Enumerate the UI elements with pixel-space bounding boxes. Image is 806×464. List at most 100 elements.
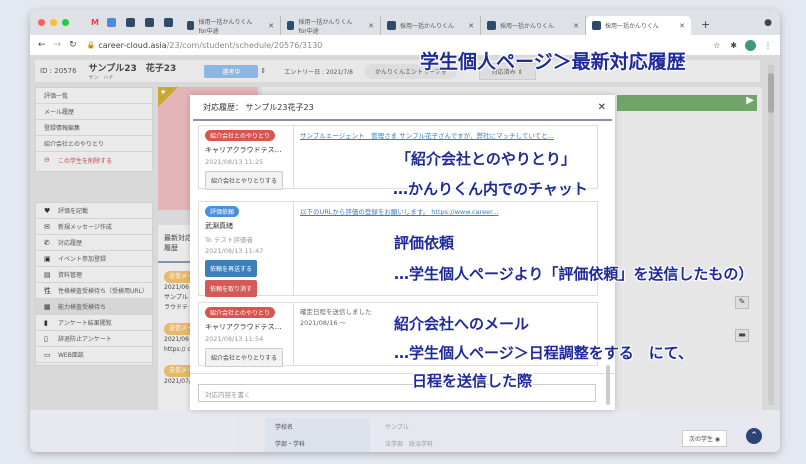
action-item[interactable]: ▭ WEB面談 bbox=[36, 347, 152, 363]
annotation-text: 「紹介会社とのやりとり」 bbox=[396, 150, 576, 168]
menu-evaluations[interactable]: 評価一覧 bbox=[36, 88, 152, 104]
entry-content-link[interactable]: サンプルエージェント 管理さま サンプル花子さんですが、弊社にマッチしていてと.… bbox=[300, 132, 554, 140]
tab-title: 採用一括かんりくんfor中途 bbox=[198, 18, 253, 35]
menu-label: 登録情報編集 bbox=[44, 125, 81, 132]
student-menu: 評価一覧 メール履歴 登録情報編集 紹介会社とのやりとり ⊖ この学生を削除する bbox=[35, 87, 153, 172]
annotation-text: …学生個人ページ＞日程調整をする にて、 bbox=[394, 344, 693, 362]
minimize-window-button[interactable] bbox=[50, 19, 57, 26]
agency-chat-button[interactable]: 紹介会社とやりとりする bbox=[205, 348, 284, 367]
action-item[interactable]: ▮ アンケート結果閲覧 bbox=[36, 315, 152, 331]
bookmark-star-icon[interactable]: ☆ bbox=[713, 41, 720, 50]
action-label: アンケート結果閲覧 bbox=[58, 320, 112, 327]
profile-label: 学部・学科 bbox=[265, 434, 370, 452]
chat-icon[interactable]: ▬ bbox=[735, 329, 749, 342]
url-path: /23/com/student/schedule/20576/3130 bbox=[166, 40, 323, 50]
close-tab-icon[interactable]: ✕ bbox=[565, 22, 579, 30]
menu-label: この学生を削除する bbox=[58, 157, 113, 165]
browser-tab-active[interactable]: 採用一括かんりくん ✕ bbox=[585, 16, 691, 35]
chart-icon: ▮ bbox=[44, 318, 48, 327]
close-icon[interactable]: ✕ bbox=[598, 102, 606, 113]
action-item[interactable]: ▯ 辞退防止アンケート bbox=[36, 331, 152, 347]
entry-badge: 紹介会社とのやりとり bbox=[205, 307, 275, 318]
browser-tab[interactable]: 採用一括かんりくん ✕ bbox=[381, 16, 481, 35]
maximize-window-button[interactable] bbox=[62, 19, 69, 26]
status-select[interactable]: 選考中 bbox=[204, 64, 259, 78]
profile-label: 学校名 bbox=[265, 418, 370, 434]
browser-tab[interactable]: 採用一括かんりくんfor中途 ✕ bbox=[181, 16, 281, 35]
heart-icon: ♥ bbox=[44, 206, 51, 215]
tab-bar: M 採用一括かんりくんfor中途 ✕ 採用一括かんりくんfor中途 ✕ 採用一括かん… bbox=[30, 10, 780, 35]
close-tab-icon[interactable]: ✕ bbox=[260, 22, 274, 30]
action-item[interactable]: ▦ 能力検査受検待ち bbox=[36, 299, 152, 315]
annotation-title: 学生個人ページ＞最新対応履歴 bbox=[420, 51, 686, 73]
agency-chat-button[interactable]: 紹介会社とやりとりする bbox=[205, 171, 284, 190]
gmail-tab-icon[interactable]: M bbox=[91, 18, 99, 27]
entry-content: 確定日程を送信しました bbox=[300, 308, 372, 316]
menu-edit-info[interactable]: 登録情報編集 bbox=[36, 120, 152, 136]
star-icon[interactable]: ★ bbox=[160, 88, 166, 96]
scroll-top-button[interactable]: ⌃ bbox=[746, 428, 762, 444]
action-label: 資料管理 bbox=[58, 272, 83, 279]
action-label: 対応履歴 bbox=[58, 240, 83, 247]
cancel-request-button[interactable]: 依頼を取り消す bbox=[205, 280, 258, 297]
close-window-button[interactable] bbox=[38, 19, 45, 26]
play-arrow-icon[interactable]: ▶ bbox=[746, 95, 754, 106]
history-input[interactable]: 対応内容を書く bbox=[198, 384, 596, 402]
green-header-bar: ▶ bbox=[617, 95, 757, 111]
entry-name: キャリアクラウドテス… bbox=[205, 146, 282, 154]
profile-menu-icon[interactable]: ● bbox=[764, 18, 772, 28]
new-tab-button[interactable]: + bbox=[701, 18, 710, 31]
entry-name: キャリアクラウドテス… bbox=[205, 323, 282, 331]
close-tab-icon[interactable]: ✕ bbox=[360, 22, 374, 30]
reload-icon[interactable]: ↻ bbox=[69, 40, 77, 50]
lock-icon: 🔒 bbox=[86, 41, 96, 49]
extensions-icon[interactable]: ✱ bbox=[730, 41, 737, 50]
phone-icon: ✆ bbox=[44, 238, 50, 247]
entry-date: 2021/08/13 11:54 bbox=[205, 335, 264, 343]
ability-icon: ▦ bbox=[44, 302, 51, 311]
app-icon bbox=[591, 21, 601, 30]
scrollbar[interactable] bbox=[768, 65, 774, 405]
entry-content-link[interactable]: 以下のURLから評価の登録をお願いします。 https://www.career… bbox=[300, 208, 498, 216]
close-tab-icon[interactable]: ✕ bbox=[671, 22, 685, 30]
modal-header: 対応履歴： サンプル23花子23 ✕ bbox=[193, 95, 612, 121]
modal-title: 対応履歴： サンプル23花子23 bbox=[203, 102, 314, 112]
action-item[interactable]: ▤ 資料管理 bbox=[36, 267, 152, 283]
menu-agency-chat[interactable]: 紹介会社とのやりとり bbox=[36, 136, 152, 152]
next-student-button[interactable]: 次の学生 ◉ bbox=[682, 430, 728, 447]
action-label: イベント参加登録 bbox=[58, 256, 107, 263]
action-label: WEB面談 bbox=[58, 352, 84, 359]
entry-content-date: 2021/08/16 〜 bbox=[300, 319, 347, 327]
url-input[interactable]: career-cloud.asia/23/com/student/schedul… bbox=[98, 41, 322, 50]
action-item[interactable]: ▣ イベント参加登録 bbox=[36, 251, 152, 267]
menu-label: 紹介会社とのやりとり bbox=[44, 141, 104, 148]
browser-tab[interactable]: 採用一括かんりくんfor中途 ✕ bbox=[281, 16, 381, 35]
entry-badge: 紹介会社とのやりとり bbox=[205, 130, 275, 141]
button-label: 次の学生 bbox=[689, 436, 714, 443]
profile-value: 法学部 政治学科 bbox=[385, 441, 434, 448]
resend-request-button[interactable]: 依頼を再送する bbox=[205, 260, 258, 277]
browser-tab[interactable]: 採用一括かんりくん ✕ bbox=[481, 16, 586, 35]
pinned-tab-icon[interactable] bbox=[106, 18, 116, 27]
pinned-tab-icon[interactable] bbox=[144, 18, 154, 27]
close-tab-icon[interactable]: ✕ bbox=[460, 22, 474, 30]
more-menu-icon[interactable]: ⋮ bbox=[764, 41, 772, 50]
menu-label: 評価一覧 bbox=[44, 93, 69, 100]
delete-student-link[interactable]: ⊖ この学生を削除する bbox=[36, 152, 152, 168]
action-item[interactable]: ✆ 対応履歴 bbox=[36, 235, 152, 251]
pinned-tab-icon[interactable] bbox=[125, 18, 135, 27]
forward-icon[interactable]: → bbox=[54, 40, 62, 50]
menu-mail-history[interactable]: メール履歴 bbox=[36, 104, 152, 120]
modal-scrollbar[interactable] bbox=[606, 365, 610, 405]
avatar[interactable] bbox=[745, 39, 756, 51]
action-item[interactable]: 性性格検査受検待ち（受検用URL） bbox=[36, 283, 152, 299]
annotation-text: …学生個人ページより「評価依頼」を送信したもの） bbox=[394, 265, 754, 283]
app-icon bbox=[386, 21, 396, 30]
action-item[interactable]: ♥ 評価を記載 bbox=[36, 203, 152, 219]
edit-icon[interactable]: ✎ bbox=[735, 296, 749, 309]
pinned-tab-icon[interactable] bbox=[163, 18, 173, 27]
action-item[interactable]: ✉ 新規メッセージ作成 bbox=[36, 219, 152, 235]
back-icon[interactable]: ← bbox=[38, 40, 46, 50]
student-kana: サン ハナ bbox=[88, 75, 114, 81]
tab-title: 採用一括かんりくんfor中途 bbox=[298, 18, 353, 35]
